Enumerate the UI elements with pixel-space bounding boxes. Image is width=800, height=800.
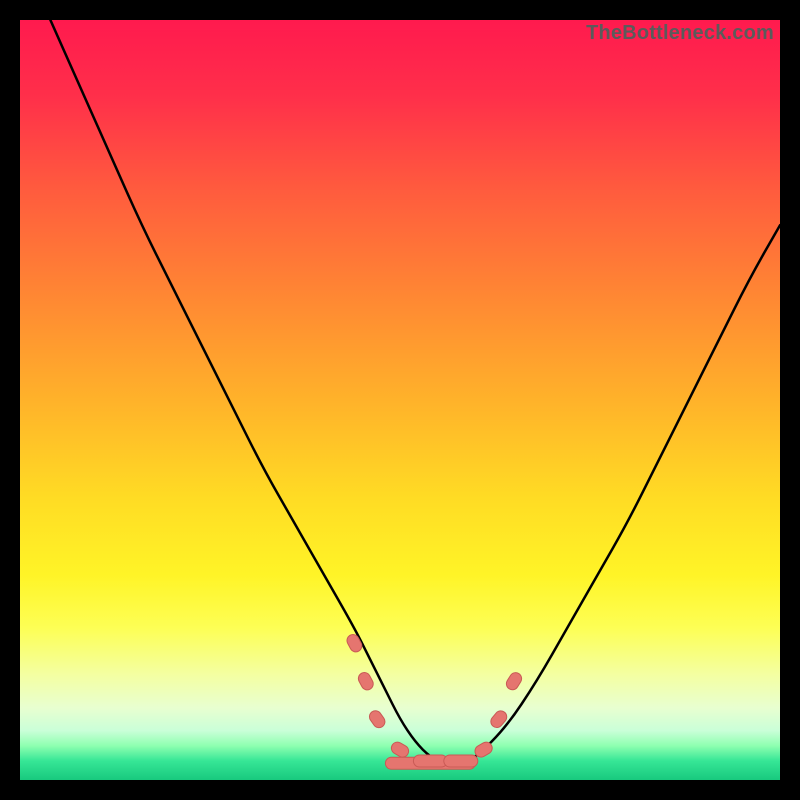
curve-marker: [345, 632, 364, 654]
curve-marker: [367, 708, 387, 730]
curve-marker: [504, 670, 524, 692]
bottleneck-curve: [50, 20, 780, 765]
plot-area: TheBottleneck.com: [20, 20, 780, 780]
watermark-label: TheBottleneck.com: [586, 22, 774, 45]
marker-group: [345, 632, 524, 769]
curve-layer: [20, 20, 780, 780]
curve-marker: [389, 740, 411, 759]
curve-marker: [356, 670, 375, 692]
curve-marker: [444, 755, 478, 767]
chart-frame: TheBottleneck.com: [20, 20, 780, 780]
curve-marker: [413, 755, 447, 767]
